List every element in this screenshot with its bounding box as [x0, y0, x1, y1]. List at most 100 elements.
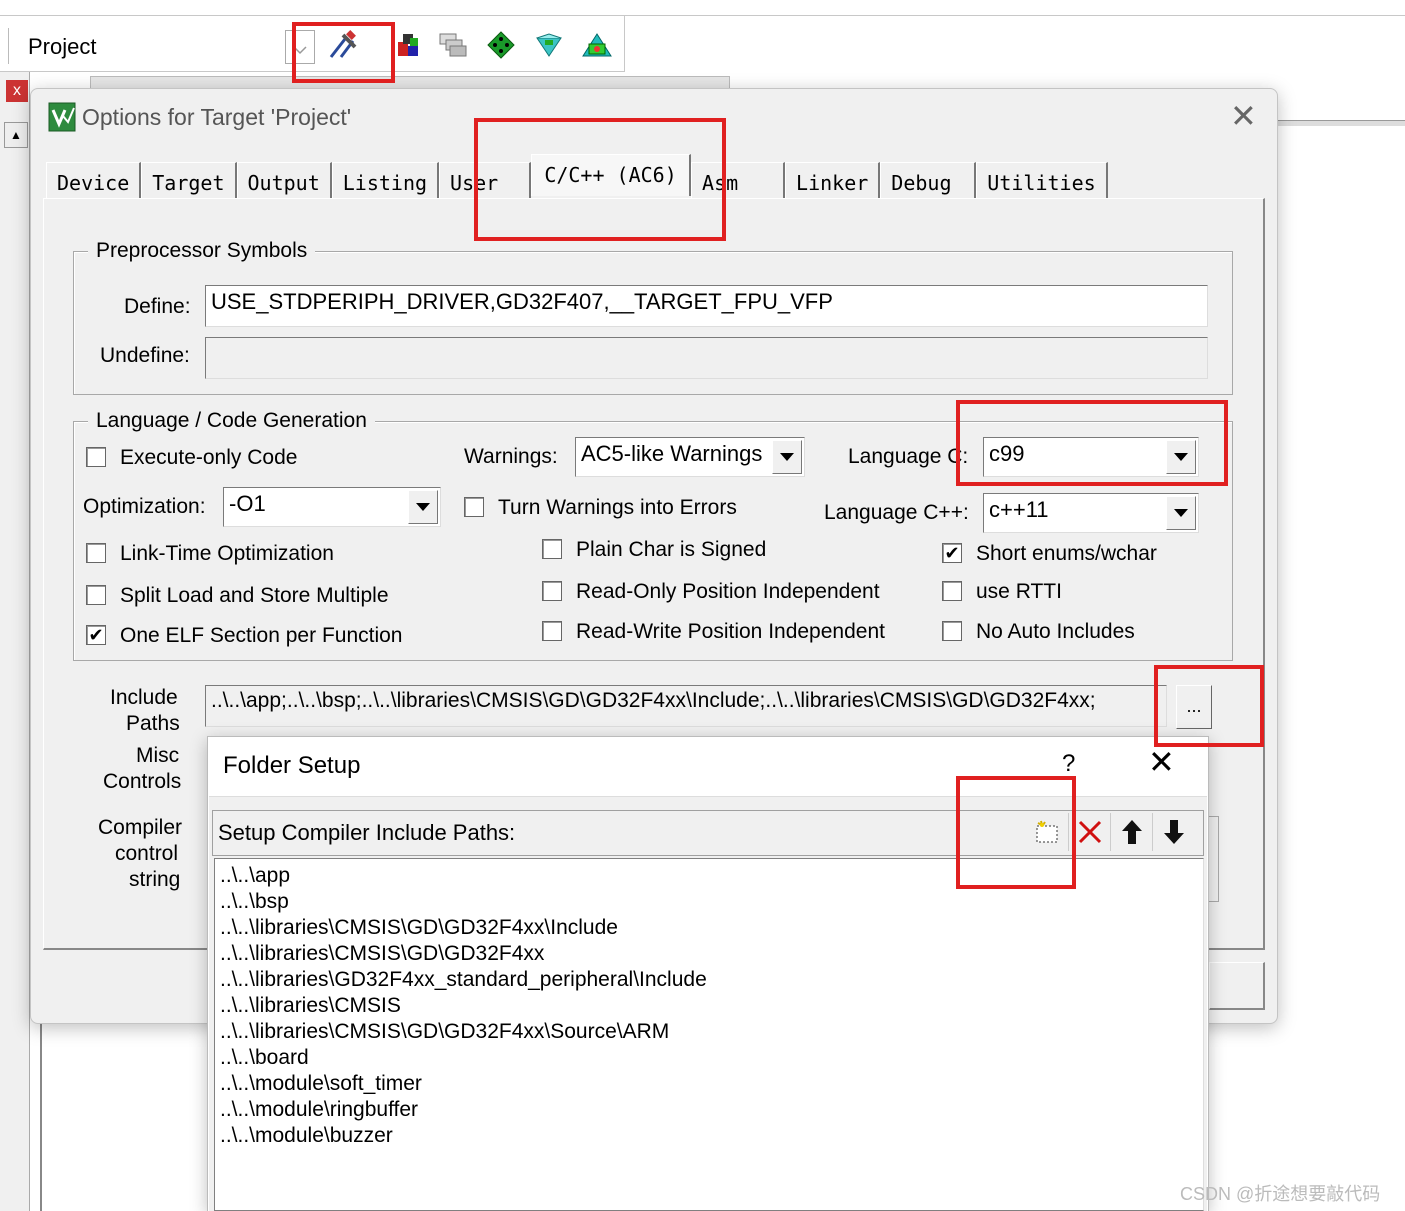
- tab-target[interactable]: Target: [141, 162, 237, 198]
- undefine-label: Undefine:: [100, 344, 190, 367]
- chevron-down-icon[interactable]: [772, 440, 802, 474]
- dialog-title: Options for Target 'Project': [82, 104, 352, 130]
- language-cpp-label: Language C++:: [824, 501, 969, 524]
- one-elf-checkbox[interactable]: ✔: [86, 625, 106, 645]
- toolbar-separator: [8, 28, 10, 64]
- pack-installer-icon[interactable]: [484, 28, 518, 62]
- close-icon[interactable]: ✕: [1230, 100, 1257, 132]
- language-cpp-dropdown[interactable]: c++11: [983, 493, 1199, 533]
- turn-warnings-label: Turn Warnings into Errors: [498, 496, 737, 519]
- split-load-checkbox[interactable]: [86, 585, 106, 605]
- list-item[interactable]: ..\..\module\buzzer: [215, 1123, 1203, 1149]
- tab-user[interactable]: User: [439, 162, 532, 198]
- language-c-dropdown[interactable]: c99: [983, 437, 1199, 477]
- lto-label: Link-Time Optimization: [120, 542, 334, 565]
- execute-only-label: Execute-only Code: [120, 446, 298, 469]
- tab-asm[interactable]: Asm: [691, 162, 786, 198]
- tab-linker[interactable]: Linker: [785, 162, 881, 198]
- list-item[interactable]: ..\..\module\soft_timer: [215, 1071, 1203, 1097]
- move-down-icon[interactable]: [1152, 813, 1194, 851]
- plain-char-label: Plain Char is Signed: [576, 538, 767, 561]
- compiler-label-line2: control: [115, 842, 179, 865]
- rwpi-label: Read-Write Position Independent: [576, 620, 885, 643]
- pane-close-icon[interactable]: x: [6, 80, 28, 102]
- watermark: CSDN @折途想要敲代码: [1180, 1184, 1381, 1204]
- delete-icon[interactable]: [1068, 813, 1110, 851]
- warnings-label: Warnings:: [464, 445, 558, 468]
- scroll-up-icon[interactable]: ▲: [4, 122, 28, 148]
- screen: { "toolbar": { "project_label": "Project…: [0, 0, 1405, 1211]
- chevron-down-icon[interactable]: [1166, 496, 1196, 530]
- list-item[interactable]: ..\..\libraries\CMSIS\GD\GD32F4xx\Source…: [215, 1019, 1203, 1045]
- list-item[interactable]: ..\..\module\ringbuffer: [215, 1097, 1203, 1123]
- language-c-value: c99: [989, 441, 1025, 466]
- optimization-value: -O1: [229, 491, 266, 516]
- move-up-icon[interactable]: [1110, 813, 1152, 851]
- list-item[interactable]: ..\..\libraries\CMSIS\GD\GD32F4xx\Includ…: [215, 915, 1203, 941]
- rtti-label: use RTTI: [976, 580, 1062, 603]
- no-auto-label: No Auto Includes: [976, 620, 1135, 643]
- new-folder-icon[interactable]: [1026, 813, 1068, 851]
- uvision-logo-icon: [48, 102, 76, 132]
- language-c-label: Language C:: [848, 445, 969, 468]
- plain-char-checkbox[interactable]: [542, 539, 562, 559]
- options-for-target-icon[interactable]: [326, 28, 360, 62]
- rwpi-checkbox[interactable]: [542, 621, 562, 641]
- compiler-label-line3: string: [129, 868, 181, 891]
- language-title: Language / Code Generation: [88, 409, 375, 433]
- editor-frame: [40, 1020, 54, 1211]
- tab-debug[interactable]: Debug: [880, 162, 977, 198]
- include-paths-input[interactable]: ..\..\app;..\..\bsp;..\..\libraries\CMSI…: [205, 685, 1167, 727]
- list-item[interactable]: ..\..\libraries\GD32F4xx_standard_periph…: [215, 967, 1203, 993]
- misc-label-line1: Misc: [136, 744, 180, 767]
- manage-components-icon[interactable]: [392, 28, 426, 62]
- path-list-container: ..\..\app ..\..\bsp ..\..\libraries\CMSI…: [215, 859, 1203, 1149]
- tab-listing[interactable]: Listing: [331, 162, 440, 198]
- event-statistics-icon[interactable]: [580, 28, 614, 62]
- include-label-line1: Include: [110, 686, 178, 709]
- list-item[interactable]: ..\..\board: [215, 1045, 1203, 1071]
- help-icon[interactable]: ?: [1062, 750, 1075, 778]
- editor-edge: [1276, 120, 1405, 126]
- close-icon[interactable]: ✕: [1148, 746, 1175, 778]
- dialog-button-edge: [1209, 962, 1265, 1010]
- checkmark: ✔: [944, 543, 960, 563]
- chevron-down-icon[interactable]: [408, 490, 438, 524]
- include-paths-header-label: Setup Compiler Include Paths:: [218, 820, 516, 845]
- tab-device[interactable]: Device: [46, 162, 142, 198]
- include-paths-list[interactable]: ..\..\app ..\..\bsp ..\..\libraries\CMSI…: [214, 858, 1204, 1211]
- list-item[interactable]: ..\..\bsp: [215, 889, 1203, 915]
- rtti-checkbox[interactable]: [942, 581, 962, 601]
- execute-only-checkbox[interactable]: [86, 447, 106, 467]
- optimization-label: Optimization:: [83, 495, 206, 518]
- warnings-value: AC5-like Warnings: [581, 441, 763, 466]
- tab-output[interactable]: Output: [236, 162, 332, 198]
- define-label: Define:: [124, 295, 191, 318]
- chevron-down-icon[interactable]: [1166, 440, 1196, 474]
- list-item[interactable]: ..\..\libraries\CMSIS\GD\GD32F4xx: [215, 941, 1203, 967]
- misc-label-line2: Controls: [103, 770, 182, 793]
- optimization-dropdown[interactable]: -O1: [223, 487, 441, 527]
- undefine-input[interactable]: [205, 337, 1208, 379]
- short-enums-checkbox[interactable]: ✔: [942, 543, 962, 563]
- warnings-dropdown[interactable]: AC5-like Warnings: [575, 437, 805, 477]
- tab-cc-ac6[interactable]: C/C++ (AC6): [531, 154, 692, 196]
- list-item[interactable]: ..\..\libraries\CMSIS: [215, 993, 1203, 1019]
- preprocessor-title: Preprocessor Symbols: [88, 239, 316, 263]
- tab-utilities[interactable]: Utilities: [976, 162, 1108, 198]
- ropi-checkbox[interactable]: [542, 581, 562, 601]
- folder-toolbar: [1026, 813, 1194, 853]
- ropi-label: Read-Only Position Independent: [576, 580, 880, 603]
- define-input[interactable]: USE_STDPERIPH_DRIVER,GD32F407,__TARGET_F…: [205, 285, 1208, 327]
- lto-checkbox[interactable]: [86, 543, 106, 563]
- target-name-label: Project: [28, 34, 97, 59]
- no-auto-checkbox[interactable]: [942, 621, 962, 641]
- include-browse-button[interactable]: ...: [1176, 685, 1212, 729]
- select-software-packs-icon[interactable]: [436, 28, 470, 62]
- turn-warnings-checkbox[interactable]: [464, 497, 484, 517]
- list-item[interactable]: ..\..\app: [215, 863, 1203, 889]
- runtime-environment-icon[interactable]: [532, 28, 566, 62]
- project-pane-edge: [0, 72, 30, 1211]
- folder-setup-title: Folder Setup: [223, 752, 361, 779]
- target-select-dropdown[interactable]: [285, 30, 315, 64]
